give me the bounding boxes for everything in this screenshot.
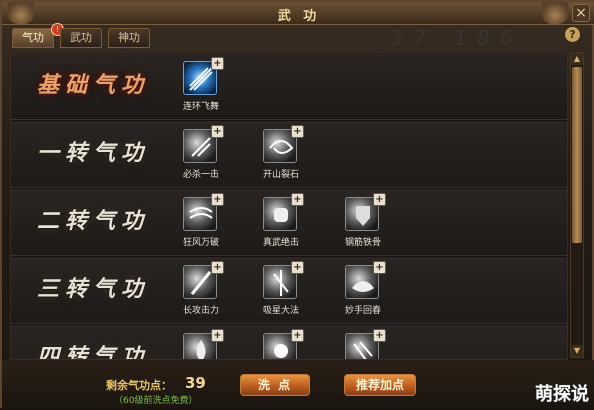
brand-logo: 萌探说	[534, 382, 589, 405]
scroll-up-arrow-icon[interactable]: ▲	[571, 53, 583, 65]
tab-label: 气功	[22, 31, 44, 44]
row-title: 三转气功	[36, 276, 149, 302]
reset-note: （60级前洗点免费）	[114, 396, 198, 406]
skill-name: 钢筋铁骨	[344, 238, 381, 248]
plus-icon[interactable]: +	[373, 329, 386, 342]
skill-slot[interactable]: + 必杀一击	[171, 125, 231, 185]
window-title: 武 功	[277, 9, 321, 24]
svg-text:萌探说: 萌探说	[535, 383, 589, 405]
plus-icon[interactable]: +	[211, 261, 224, 274]
scroll-thumb[interactable]	[572, 67, 582, 243]
skill-row: 三转气功 + 长攻击力 + 吸星大法 + 妙手回春	[11, 257, 567, 324]
ornament-right	[542, 2, 568, 24]
skill-row: 基础气功 + 连环飞舞	[11, 53, 567, 120]
skill-slot[interactable]: +	[251, 329, 311, 359]
skill-name: 开山裂石	[262, 170, 299, 180]
plus-icon[interactable]: +	[373, 261, 386, 274]
scrollbar[interactable]: ▲ ▼	[570, 52, 584, 358]
skill-slot[interactable]: + 妙手回春	[333, 261, 393, 321]
reset-points-button[interactable]: 洗 点	[240, 374, 310, 396]
skill-slot[interactable]: + 狂风万破	[171, 193, 231, 253]
plus-icon[interactable]: +	[211, 193, 224, 206]
plus-icon[interactable]: +	[211, 57, 224, 70]
skill-name: 狂风万破	[182, 238, 219, 248]
skill-name: 吸星大法	[262, 306, 299, 316]
skill-name: 连环飞舞	[182, 102, 219, 112]
skill-name: 必杀一击	[182, 170, 219, 180]
recommend-points-button[interactable]: 推荐加点	[344, 374, 416, 396]
plus-icon[interactable]: +	[291, 125, 304, 138]
close-button[interactable]: ×	[572, 4, 590, 22]
plus-icon[interactable]: +	[291, 329, 304, 342]
skill-slot[interactable]: +	[333, 329, 393, 359]
row-title: 四转气功	[36, 344, 149, 360]
scroll-down-arrow-icon[interactable]: ▼	[571, 345, 583, 357]
plus-icon[interactable]: +	[211, 125, 224, 138]
skill-name: 长攻击力	[182, 306, 219, 316]
title-bar: 武 功 ×	[2, 2, 594, 25]
tab-wugong[interactable]: 武功	[60, 28, 102, 48]
skill-window: 武 功 × 3 7 - 1 8 6 气功 ! 武功 神功 ? 基础气功 + 连环飞舞…	[0, 0, 594, 410]
row-title: 一转气功	[36, 140, 149, 166]
skill-slot[interactable]: + 真武绝击	[251, 193, 311, 253]
row-title: 基础气功	[36, 72, 149, 98]
footer-bar: 剩余气功点： 39 （60级前洗点免费） 洗 点 推荐加点	[2, 360, 594, 410]
skill-slot[interactable]: + 长攻击力	[171, 261, 231, 321]
plus-icon[interactable]: +	[211, 329, 224, 342]
row-title: 二转气功	[36, 208, 149, 234]
help-button[interactable]: ?	[565, 27, 580, 42]
plus-icon[interactable]: +	[291, 193, 304, 206]
skill-row: 一转气功 + 必杀一击 + 开山裂石	[11, 121, 567, 188]
skill-slot[interactable]: + 钢筋铁骨	[333, 193, 393, 253]
background-watermark: 3 7 - 1 8 6	[390, 26, 515, 50]
remaining-points-label: 剩余气功点：	[106, 379, 172, 392]
skill-row: 四转气功 + + +	[11, 325, 567, 360]
skill-slot[interactable]: + 开山裂石	[251, 125, 311, 185]
skill-name: 妙手回春	[344, 306, 381, 316]
remaining-points-value: 39	[185, 374, 206, 392]
plus-icon[interactable]: +	[291, 261, 304, 274]
skill-name: 真武绝击	[262, 238, 299, 248]
skill-row: 二转气功 + 狂风万破 + 真武绝击 + 钢筋铁骨	[11, 189, 567, 256]
tab-qigong[interactable]: 气功 !	[12, 23, 64, 48]
tab-shengong[interactable]: 神功	[108, 28, 150, 48]
skill-slot[interactable]: + 吸星大法	[251, 261, 311, 321]
plus-icon[interactable]: +	[373, 193, 386, 206]
skill-list: 基础气功 + 连环飞舞一转气功 + 必杀一击 + 开山裂石二转气功 + 狂风万破 + 真武绝击 + 钢筋…	[10, 52, 568, 360]
skill-slot[interactable]: +	[171, 329, 231, 359]
skill-slot[interactable]: + 连环飞舞	[171, 57, 231, 117]
